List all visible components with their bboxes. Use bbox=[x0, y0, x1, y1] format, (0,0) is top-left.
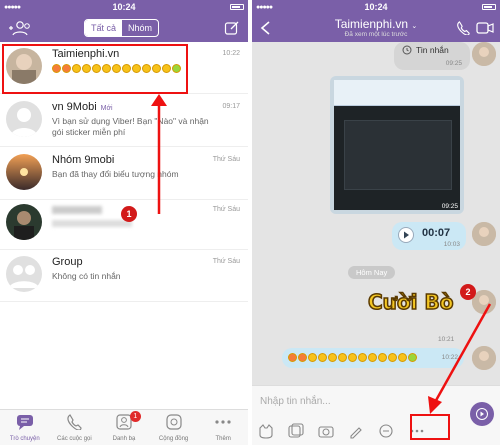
chat-row-vn9mobi[interactable]: vn 9Mobi Mới 09:17 Vì bạn sử dụng Viber! … bbox=[0, 95, 248, 147]
chat-time: 09:17 bbox=[222, 103, 240, 110]
chat-list-header: Tất cả Nhóm bbox=[0, 14, 248, 42]
chat-list-screen: ●●●●● 10:24 Tất cả Nhóm Taimienphi.vn 10… bbox=[0, 0, 248, 445]
video-frame-screen bbox=[334, 80, 460, 106]
voice-label: Tin nhắn bbox=[416, 45, 449, 55]
contacts-badge: 1 bbox=[129, 411, 141, 422]
annotation-arrow-down bbox=[428, 303, 492, 414]
voice-message-bubble[interactable]: Tin nhắn 09:25 bbox=[394, 42, 470, 70]
avatar bbox=[6, 256, 42, 292]
chat-time: Thứ Sáu bbox=[212, 206, 240, 213]
message-input[interactable]: Nhập tin nhắn... bbox=[260, 396, 331, 407]
voice-time: 09:25 bbox=[445, 60, 462, 67]
date-divider: Hôm Nay bbox=[348, 266, 396, 279]
tab-groups[interactable]: Nhóm bbox=[122, 20, 158, 36]
more-icon bbox=[215, 420, 231, 424]
highlight-box bbox=[2, 44, 188, 94]
blurred-name bbox=[52, 206, 102, 214]
audio-time: 10:03 bbox=[443, 241, 460, 248]
chat-row-nhom9mobi[interactable]: Nhóm 9mobi Thứ Sáu Bạn đã thay đổi biểu … bbox=[0, 148, 248, 200]
status-bar: ●●●●● 10:24 bbox=[0, 0, 248, 14]
chat-name: Group bbox=[52, 256, 83, 268]
tab-calls[interactable]: Các cuộc gọi bbox=[50, 410, 100, 445]
tab-community[interactable]: Cộng đồng bbox=[149, 410, 199, 445]
clock-icon bbox=[402, 45, 412, 55]
avatar bbox=[472, 222, 496, 246]
emoji-row bbox=[288, 353, 417, 362]
chat-snippet: Vì bạn sử dụng Viber! Bạn "Nào" và nhận … bbox=[52, 116, 209, 137]
annotation-arrow-up bbox=[151, 94, 167, 214]
video-message[interactable]: 09:25 bbox=[330, 76, 464, 214]
video-duration: 09:25 bbox=[441, 203, 458, 210]
composer-toolbar bbox=[258, 423, 426, 439]
battery-icon bbox=[482, 4, 496, 10]
gif-icon[interactable] bbox=[378, 423, 394, 439]
avatar bbox=[472, 42, 496, 66]
doodle-icon[interactable] bbox=[348, 423, 364, 439]
bottom-tab-bar: Trò chuyện Các cuộc gọi 1 Danh bạ Cộng đ… bbox=[0, 409, 248, 445]
annotation-badge-2: 2 bbox=[460, 284, 476, 300]
annotation-badge-1: 1 bbox=[121, 206, 137, 222]
filter-segment: Tất cả Nhóm bbox=[84, 19, 160, 37]
audio-message-bubble[interactable]: 00:07 10:03 bbox=[392, 222, 466, 250]
tab-chats[interactable]: Trò chuyện bbox=[0, 410, 50, 445]
video-call-icon[interactable] bbox=[476, 22, 494, 34]
community-icon bbox=[165, 414, 182, 430]
battery-icon bbox=[230, 4, 244, 10]
tab-all[interactable]: Tất cả bbox=[85, 20, 123, 36]
status-bar: ●●●●● 10:24 bbox=[252, 0, 500, 14]
avatar bbox=[6, 204, 42, 240]
new-badge: Mới bbox=[100, 105, 113, 112]
conversation-header: Taimienphi.vn ⌄ Đã xem một lúc trước bbox=[252, 14, 500, 42]
chat-row-hidden[interactable]: Thứ Sáu bbox=[0, 198, 248, 250]
phone-icon bbox=[67, 414, 82, 430]
chat-row-group[interactable]: Group Thứ Sáu Không có tin nhắn bbox=[0, 250, 248, 302]
chat-snippet: Không có tin nhắn bbox=[52, 271, 121, 281]
chat-icon bbox=[16, 415, 33, 430]
chat-time: Thứ Sáu bbox=[212, 156, 240, 163]
phone-icon[interactable] bbox=[456, 21, 470, 35]
status-time: 10:24 bbox=[364, 2, 388, 12]
add-contacts-icon[interactable] bbox=[8, 20, 32, 36]
tab-contacts[interactable]: 1 Danh bạ bbox=[99, 410, 149, 445]
gallery-icon[interactable] bbox=[288, 423, 304, 439]
conversation-screen: ●●●●● 10:24 Taimienphi.vn ⌄ Đã xem một l… bbox=[252, 0, 500, 445]
compose-icon[interactable] bbox=[224, 20, 240, 36]
camera-icon[interactable] bbox=[318, 423, 334, 439]
chat-name: vn 9Mobi Mới bbox=[52, 101, 113, 113]
play-icon[interactable] bbox=[398, 227, 414, 243]
avatar bbox=[6, 101, 42, 137]
status-time: 10:24 bbox=[112, 2, 136, 12]
tab-more[interactable]: Thêm bbox=[198, 410, 248, 445]
chat-name: Nhóm 9mobi bbox=[52, 154, 115, 166]
avatar bbox=[6, 154, 42, 190]
chat-time: Thứ Sáu bbox=[212, 258, 240, 265]
sticker-icon[interactable] bbox=[258, 423, 274, 439]
chat-time: 10:22 bbox=[222, 50, 240, 57]
audio-length: 00:07 bbox=[422, 227, 451, 239]
blurred-snippet bbox=[52, 220, 132, 227]
